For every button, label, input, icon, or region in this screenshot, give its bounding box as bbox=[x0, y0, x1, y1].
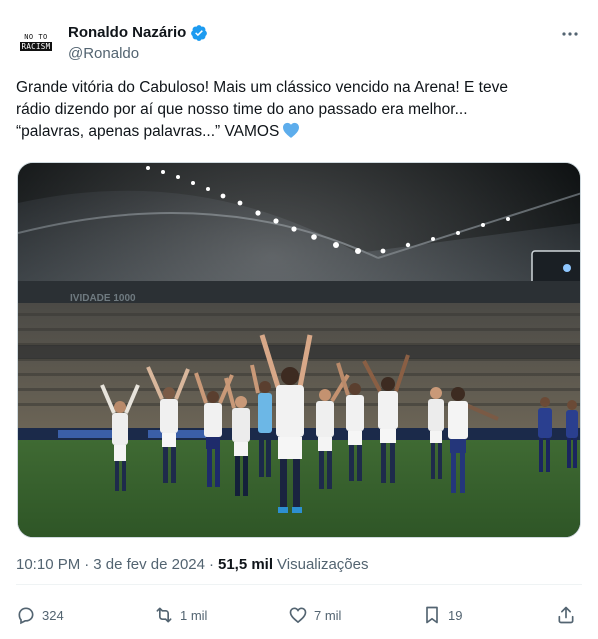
share-icon bbox=[558, 606, 574, 624]
team-celebration-photo: IVIDADE 1000 bbox=[18, 163, 580, 537]
like-count: 7 mil bbox=[314, 607, 342, 623]
reply-icon bbox=[18, 607, 34, 625]
tweet-meta: 10:10 PM · 3 de fev de 2024 · 51,5 mil V… bbox=[16, 556, 368, 574]
tweet-card: NO TO RACISM Ronaldo Nazário @Ronaldo Gr… bbox=[0, 0, 598, 639]
blue-heart-icon bbox=[283, 122, 300, 138]
avatar[interactable]: NO TO RACISM bbox=[16, 22, 56, 62]
repost-button[interactable]: 1 mil bbox=[154, 603, 207, 627]
tweet-text: Grande vitória do Cabuloso! Mais um clás… bbox=[16, 77, 582, 143]
tweet-text-line: rádio dizendo por aí que nosso time do a… bbox=[16, 101, 468, 118]
avatar-text-top: NO TO bbox=[24, 33, 48, 41]
repost-count: 1 mil bbox=[180, 607, 208, 623]
tweet-date[interactable]: 3 de fev de 2024 bbox=[93, 556, 205, 574]
tweet-text-line: Grande vitória do Cabuloso! Mais um clás… bbox=[16, 79, 508, 96]
author-display-name[interactable]: Ronaldo Nazário bbox=[68, 24, 186, 42]
more-dots-icon bbox=[562, 32, 578, 36]
author-name-row: Ronaldo Nazário bbox=[68, 24, 208, 42]
tweet-text-line3: “palavras, apenas palavras...” VAMOS bbox=[16, 123, 280, 140]
divider bbox=[16, 584, 582, 585]
views-count: 51,5 mil bbox=[217, 556, 274, 573]
meta-separator: · bbox=[208, 556, 214, 573]
tweet-time[interactable]: 10:10 PM bbox=[16, 556, 80, 574]
bookmark-icon bbox=[426, 606, 438, 624]
tweet-actions: 324 1 mil 7 mil 19 bbox=[16, 603, 582, 627]
bookmark-button[interactable]: 19 bbox=[422, 603, 462, 627]
stadium-banner-text: IVIDADE 1000 bbox=[70, 293, 136, 304]
heart-icon bbox=[289, 607, 307, 624]
avatar-text-bottom: RACISM bbox=[19, 42, 53, 51]
tweet-media-photo[interactable]: IVIDADE 1000 bbox=[17, 162, 581, 538]
verified-badge-icon[interactable] bbox=[190, 24, 208, 42]
reply-count: 324 bbox=[42, 607, 64, 623]
author-handle[interactable]: @Ronaldo bbox=[68, 45, 139, 63]
repost-icon bbox=[156, 607, 172, 623]
tweet-text-line: “palavras, apenas palavras...” VAMOS bbox=[16, 121, 582, 143]
bookmark-count: 19 bbox=[448, 607, 463, 623]
share-button[interactable] bbox=[556, 603, 576, 627]
meta-separator: · bbox=[84, 556, 90, 573]
views-label[interactable]: Visualizações bbox=[277, 556, 368, 574]
reply-button[interactable]: 324 bbox=[16, 603, 64, 627]
like-button[interactable]: 7 mil bbox=[288, 603, 341, 627]
more-options-button[interactable] bbox=[558, 22, 582, 46]
